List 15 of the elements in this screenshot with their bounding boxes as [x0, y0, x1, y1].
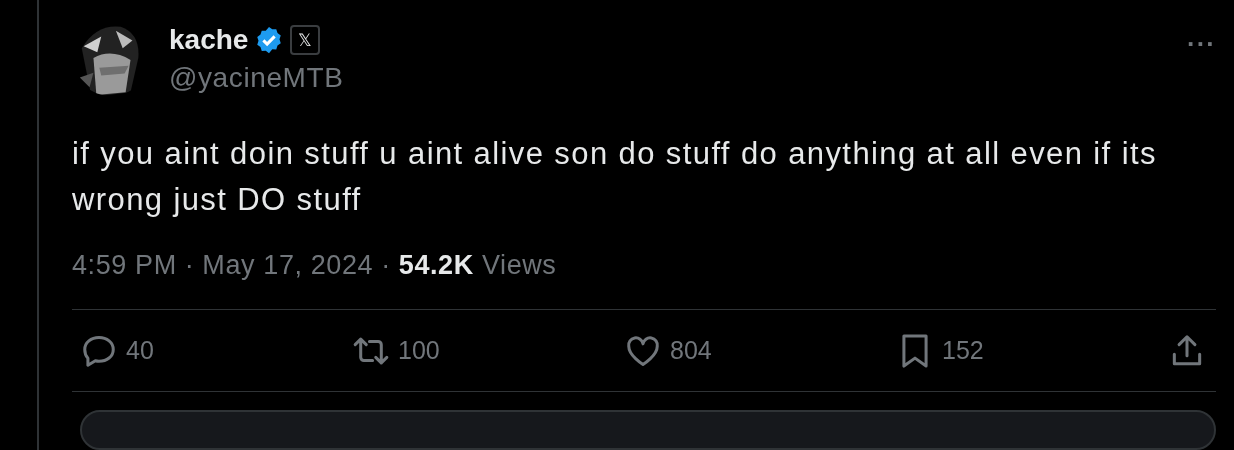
action-count: 40 — [126, 336, 154, 365]
separator-dot: · — [184, 250, 195, 281]
author-handle[interactable]: @yacineMTB — [169, 62, 344, 94]
action-count: 100 — [398, 336, 440, 365]
separator-dot: · — [381, 250, 391, 281]
author-name[interactable]: kache — [169, 24, 249, 56]
tweet-time[interactable]: 4:59 PM — [72, 250, 177, 281]
tweet-date[interactable]: May 17, 2024 — [202, 250, 374, 281]
action-count: 152 — [942, 336, 984, 365]
views-label: Views — [481, 250, 557, 280]
views-count: 54.2K — [398, 250, 474, 280]
tweet-text: if you aint doin stuff u aint alive son do stuff do anything at all even if its wrong just DO stuff — [72, 135, 1158, 219]
action-count: 804 — [670, 336, 712, 365]
affiliate-badge: 𝕏 — [290, 25, 321, 55]
more-button[interactable]: ··· — [1187, 29, 1216, 60]
